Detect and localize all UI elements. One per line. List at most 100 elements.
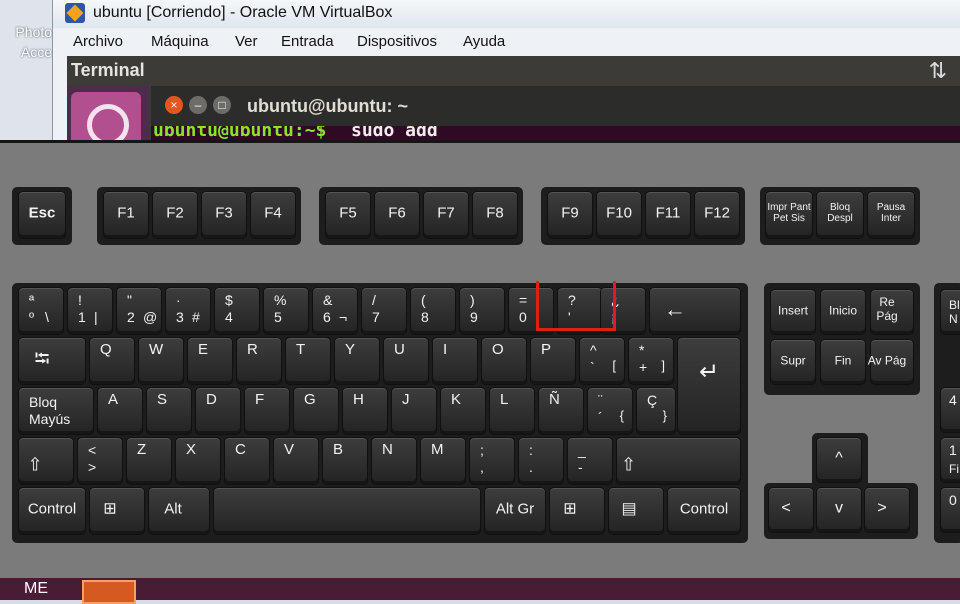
key-arrow-right[interactable]: > (864, 487, 910, 533)
key-9[interactable]: ) 9 (459, 287, 505, 335)
key-m[interactable]: M (420, 437, 466, 485)
key-insert[interactable]: Insert (770, 289, 816, 335)
key-y[interactable]: Y (334, 337, 380, 385)
key-8[interactable]: (8 (410, 287, 456, 335)
key-1[interactable]: ! 1 | (67, 287, 113, 335)
minimize-icon[interactable]: – (189, 96, 207, 114)
key-f3[interactable]: F3 (201, 191, 247, 239)
key-page-down[interactable]: Av Pág (868, 339, 914, 385)
key-caps-lock[interactable]: Bloq Mayús (18, 387, 94, 435)
key-left-shift[interactable]: ⇧ (18, 437, 74, 485)
key-space[interactable] (213, 487, 481, 535)
key-o[interactable]: O (481, 337, 527, 385)
key-enter[interactable]: ↵ (677, 337, 741, 435)
key-home[interactable]: Inicio (820, 289, 866, 335)
key-f1[interactable]: F1 (103, 191, 149, 239)
key-f8[interactable]: F8 (472, 191, 518, 239)
close-icon[interactable]: × (165, 96, 183, 114)
key-v[interactable]: V (273, 437, 319, 485)
key-5[interactable]: % 5 (263, 287, 309, 335)
key-backspace[interactable]: ← (649, 287, 741, 335)
maximize-icon[interactable]: □ (213, 96, 231, 114)
key-delete[interactable]: Supr (770, 339, 816, 385)
key-f[interactable]: F (244, 387, 290, 435)
key-e[interactable]: E (187, 337, 233, 385)
key-7[interactable]: /7 (361, 287, 407, 335)
key-h[interactable]: H (342, 387, 388, 435)
key-d[interactable]: D (195, 387, 241, 435)
key-c[interactable]: C (224, 437, 270, 485)
key-6[interactable]: & 6 ¬ (312, 287, 358, 335)
key-right-control[interactable]: Control (667, 487, 741, 535)
key-numpad-1[interactable]: 1 Fi (940, 437, 960, 483)
key-j[interactable]: J (391, 387, 437, 435)
key-esc[interactable]: Esc (18, 191, 66, 239)
key-3[interactable]: · 3 # (165, 287, 211, 335)
key-page-up[interactable]: Re Pág (870, 289, 914, 335)
resize-icon[interactable]: ⇅ (929, 58, 947, 84)
key-numpad-0[interactable]: 0 (940, 487, 960, 533)
menu-maquina[interactable]: Máquina (151, 33, 209, 50)
key-a[interactable]: A (97, 387, 143, 435)
key-4[interactable]: $4 (214, 287, 260, 335)
key-k[interactable]: K (440, 387, 486, 435)
key-enie[interactable]: Ñ (538, 387, 584, 435)
key-l[interactable]: L (489, 387, 535, 435)
key-w[interactable]: W (138, 337, 184, 385)
key-ordinal[interactable]: ª º \ (18, 287, 64, 335)
key-right-shift[interactable]: ⇧ (616, 437, 741, 485)
key-angle-brackets[interactable]: < > (77, 437, 123, 485)
key-f2[interactable]: F2 (152, 191, 198, 239)
key-g[interactable]: G (293, 387, 339, 435)
key-end[interactable]: Fin (820, 339, 866, 385)
key-f4[interactable]: F4 (250, 191, 296, 239)
key-f5[interactable]: F5 (325, 191, 371, 239)
menu-key-icon[interactable]: ▤ (608, 487, 664, 535)
key-arrow-up[interactable]: ^ (816, 437, 862, 483)
terminal-output[interactable]: ubuntu@ubuntu:~$ sudo add (151, 126, 960, 140)
key-u[interactable]: U (383, 337, 429, 385)
key-f7[interactable]: F7 (423, 191, 469, 239)
desktop-icon-label[interactable]: Photo (0, 24, 56, 40)
key-numlock[interactable]: Bl N (940, 289, 960, 335)
menu-ayuda[interactable]: Ayuda (463, 33, 505, 50)
menu-ver[interactable]: Ver (235, 33, 258, 50)
key-b[interactable]: B (322, 437, 368, 485)
menu-entrada[interactable]: Entrada (281, 33, 334, 50)
key-plus[interactable]: * +] (628, 337, 674, 385)
menu-archivo[interactable]: Archivo (73, 33, 123, 50)
key-comma[interactable]: ;, (469, 437, 515, 485)
key-f10[interactable]: F10 (596, 191, 642, 239)
key-2[interactable]: " 2 @ (116, 287, 162, 335)
key-arrow-left[interactable]: < (768, 487, 814, 533)
key-q[interactable]: Q (89, 337, 135, 385)
key-alt[interactable]: Alt (148, 487, 210, 535)
launcher (67, 86, 149, 152)
key-p[interactable]: P (530, 337, 576, 385)
key-x[interactable]: X (175, 437, 221, 485)
key-cedilla[interactable]: Ç} (636, 387, 676, 435)
key-scroll-lock[interactable]: Bloq Despl (816, 191, 864, 239)
key-f12[interactable]: F12 (694, 191, 740, 239)
key-f11[interactable]: F11 (645, 191, 691, 239)
guest-screen[interactable]: Terminal ⇅ × – □ ubuntu@ubuntu: ~ ubuntu… (67, 56, 960, 152)
key-acute[interactable]: ¨ ´{ (587, 387, 633, 435)
key-t[interactable]: T (285, 337, 331, 385)
key-numpad-4[interactable]: 4 (940, 387, 960, 433)
key-f6[interactable]: F6 (374, 191, 420, 239)
desktop-icon-label-2[interactable]: Acce (0, 44, 56, 60)
key-tab[interactable]: ⭾ (18, 337, 86, 385)
key-f9[interactable]: F9 (547, 191, 593, 239)
key-n[interactable]: N (371, 437, 417, 485)
presentation-app-icon[interactable] (82, 580, 136, 604)
key-r[interactable]: R (236, 337, 282, 385)
menu-bar: Archivo Máquina Ver Entrada Dispositivos… (53, 30, 960, 54)
key-caret[interactable]: ^ `[ (579, 337, 625, 385)
terminal-window[interactable]: × – □ ubuntu@ubuntu: ~ ubuntu@ubuntu:~$ … (151, 86, 960, 140)
key-z[interactable]: Z (126, 437, 172, 485)
key-print-screen[interactable]: Impr Pant Pet Sis (765, 191, 813, 239)
key-i[interactable]: I (432, 337, 478, 385)
key-pause[interactable]: Pausa Inter (867, 191, 915, 239)
key-s[interactable]: S (146, 387, 192, 435)
menu-dispositivos[interactable]: Dispositivos (357, 33, 437, 50)
